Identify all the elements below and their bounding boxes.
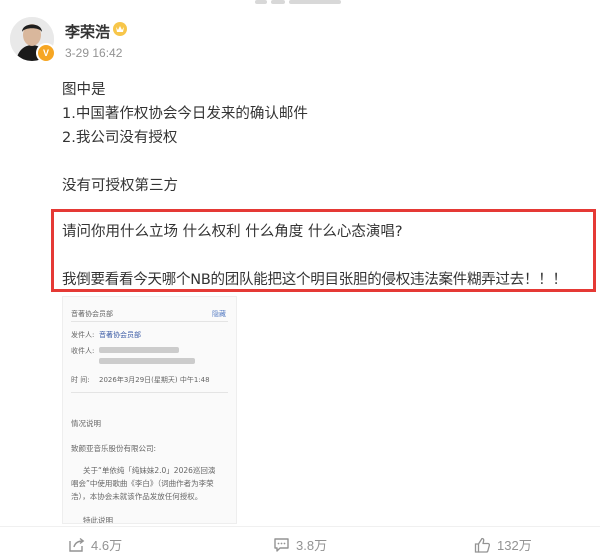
doc-body-line: 特此说明 [83,516,113,524]
author-avatar[interactable]: V [10,17,56,63]
action-bar: 4.6万 3.8万 132万 [0,526,600,559]
doc-redacted [99,358,195,364]
doc-body-line: 浩），本协会未就该作品发放任何授权。 [71,492,203,501]
doc-sender-label: 发件人: [71,331,95,339]
post-line: 1.中国著作权协会今日发来的确认邮件 [62,106,308,122]
repost-button[interactable]: 4.6万 [68,535,122,554]
comment-button[interactable]: 3.8万 [273,535,327,554]
doc-section-title: 情况说明 [71,419,101,428]
email-screenshot-image[interactable]: 音著协会员部 隐藏 发件人: 音著协会员部 收件人: 时 间: 2026年3月2… [62,296,237,524]
doc-sender: 音著协会员部 [99,331,141,339]
doc-header-left: 音著协会员部 [71,310,113,318]
doc-body-line: 唱会”中使用歌曲《李白》（词曲作者为李荣 [71,479,214,488]
post-timestamp[interactable]: 3-29 16:42 [65,46,122,60]
post-line: 2.我公司没有授权 [62,130,178,146]
like-thumb-icon [474,537,491,553]
verified-badge-icon: V [36,43,56,63]
post-line-question: 请问你用什么立场 什么权利 什么角度 什么心态演唱? [62,224,403,240]
doc-divider [71,392,228,393]
doc-salutation: 致颜亚音乐股份有限公司: [71,444,157,453]
comment-count: 3.8万 [296,538,328,553]
post-line: 没有可授权第三方 [62,178,178,194]
repost-icon [69,537,85,552]
doc-divider [71,321,228,322]
author-name[interactable]: 李荣浩 [65,21,110,42]
doc-time: 2026年3月29日(星期天) 中午1:48 [99,376,210,384]
comment-icon [274,537,289,552]
repost-count: 4.6万 [91,538,123,553]
post-line: 图中是 [62,82,106,98]
doc-redacted [99,347,179,353]
top-strip [255,0,345,6]
post-line-challenge: 我倒要看看今天哪个NB的团队能把这个明目张胆的侵权违法案件糊弄过去！！！ [62,272,567,288]
like-button[interactable]: 132万 [474,535,532,554]
fan-badge-icon[interactable] [112,21,128,37]
doc-recipient-label: 收件人: [71,347,95,355]
doc-time-label: 时 间: [71,376,90,384]
like-count: 132万 [497,538,532,553]
doc-body-line: 关于“单依纯「纯妹妹2.0」2026巡回演 [83,466,216,475]
doc-header-right: 隐藏 [212,310,226,318]
